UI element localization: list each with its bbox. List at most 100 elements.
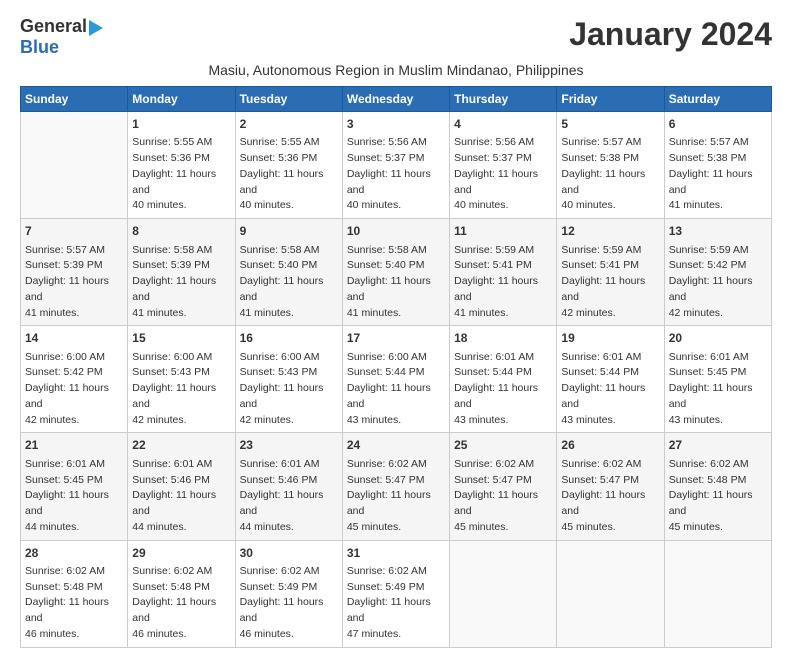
calendar-cell: 18 Sunrise: 6:01 AMSunset: 5:44 PMDayligh… <box>450 326 557 433</box>
day-info: Sunrise: 5:58 AMSunset: 5:39 PMDaylight:… <box>132 243 230 322</box>
day-number: 15 <box>132 330 230 347</box>
weekday-header-sunday: Sunday <box>21 87 128 112</box>
calendar-cell: 30 Sunrise: 6:02 AMSunset: 5:49 PMDayligh… <box>235 540 342 647</box>
day-number: 26 <box>561 437 659 454</box>
day-number: 18 <box>454 330 552 347</box>
day-info: Sunrise: 6:01 AMSunset: 5:46 PMDaylight:… <box>240 457 338 536</box>
day-number: 27 <box>669 437 767 454</box>
day-info: Sunrise: 6:00 AMSunset: 5:42 PMDaylight:… <box>25 350 123 429</box>
day-info: Sunrise: 6:02 AMSunset: 5:49 PMDaylight:… <box>240 564 338 643</box>
day-number: 7 <box>25 223 123 240</box>
day-info: Sunrise: 6:02 AMSunset: 5:48 PMDaylight:… <box>669 457 767 536</box>
calendar-cell: 21Sunrise: 6:01 AMSunset: 5:45 PMDayligh… <box>21 433 128 540</box>
day-info: Sunrise: 5:55 AMSunset: 5:36 PMDaylight:… <box>240 135 338 214</box>
weekday-header-row: SundayMondayTuesdayWednesdayThursdayFrid… <box>21 87 772 112</box>
calendar-cell: 28 Sunrise: 6:02 AMSunset: 5:48 PMDayligh… <box>21 540 128 647</box>
calendar-cell: 5 Sunrise: 5:57 AMSunset: 5:38 PMDaylight… <box>557 112 664 219</box>
day-number: 1 <box>132 116 230 133</box>
day-number: 20 <box>669 330 767 347</box>
day-info: Sunrise: 6:01 AMSunset: 5:45 PMDaylight:… <box>669 350 767 429</box>
day-number: 12 <box>561 223 659 240</box>
day-number: 29 <box>132 545 230 562</box>
calendar-cell: 9 Sunrise: 5:58 AMSunset: 5:40 PMDaylight… <box>235 219 342 326</box>
weekday-header-friday: Friday <box>557 87 664 112</box>
calendar-cell: 3 Sunrise: 5:56 AMSunset: 5:37 PMDaylight… <box>342 112 449 219</box>
day-info: Sunrise: 6:01 AMSunset: 5:45 PMDaylight:… <box>25 457 123 536</box>
day-number: 22 <box>132 437 230 454</box>
calendar-cell: 27 Sunrise: 6:02 AMSunset: 5:48 PMDayligh… <box>664 433 771 540</box>
day-number: 19 <box>561 330 659 347</box>
day-info: Sunrise: 6:02 AMSunset: 5:47 PMDaylight:… <box>347 457 445 536</box>
day-info: Sunrise: 6:01 AMSunset: 5:44 PMDaylight:… <box>454 350 552 429</box>
weekday-header-tuesday: Tuesday <box>235 87 342 112</box>
calendar-cell: 19Sunrise: 6:01 AMSunset: 5:44 PMDayligh… <box>557 326 664 433</box>
day-number: 25 <box>454 437 552 454</box>
day-info: Sunrise: 5:56 AMSunset: 5:37 PMDaylight:… <box>347 135 445 214</box>
day-number: 8 <box>132 223 230 240</box>
month-title: January 2024 <box>569 16 772 53</box>
day-info: Sunrise: 6:02 AMSunset: 5:47 PMDaylight:… <box>454 457 552 536</box>
week-row-2: 7 Sunrise: 5:57 AMSunset: 5:39 PMDaylight… <box>21 219 772 326</box>
calendar-cell: 7 Sunrise: 5:57 AMSunset: 5:39 PMDaylight… <box>21 219 128 326</box>
week-row-3: 14 Sunrise: 6:00 AMSunset: 5:42 PMDayligh… <box>21 326 772 433</box>
calendar-cell <box>664 540 771 647</box>
weekday-header-wednesday: Wednesday <box>342 87 449 112</box>
calendar-subtitle: Masiu, Autonomous Region in Muslim Minda… <box>20 62 772 78</box>
day-info: Sunrise: 5:57 AMSunset: 5:38 PMDaylight:… <box>561 135 659 214</box>
calendar-cell: 1 Sunrise: 5:55 AMSunset: 5:36 PMDaylight… <box>128 112 235 219</box>
logo-blue: Blue <box>20 37 59 57</box>
day-info: Sunrise: 6:00 AMSunset: 5:44 PMDaylight:… <box>347 350 445 429</box>
day-number: 30 <box>240 545 338 562</box>
calendar-cell: 6 Sunrise: 5:57 AMSunset: 5:38 PMDaylight… <box>664 112 771 219</box>
day-number: 2 <box>240 116 338 133</box>
calendar-cell <box>450 540 557 647</box>
day-info: Sunrise: 6:02 AMSunset: 5:48 PMDaylight:… <box>25 564 123 643</box>
header: General Blue January 2024 <box>20 16 772 58</box>
day-info: Sunrise: 5:58 AMSunset: 5:40 PMDaylight:… <box>347 243 445 322</box>
day-number: 9 <box>240 223 338 240</box>
day-number: 16 <box>240 330 338 347</box>
day-number: 31 <box>347 545 445 562</box>
day-number: 6 <box>669 116 767 133</box>
logo: General Blue <box>20 16 103 58</box>
calendar-cell: 25 Sunrise: 6:02 AMSunset: 5:47 PMDayligh… <box>450 433 557 540</box>
calendar-cell: 4 Sunrise: 5:56 AMSunset: 5:37 PMDaylight… <box>450 112 557 219</box>
day-info: Sunrise: 6:02 AMSunset: 5:48 PMDaylight:… <box>132 564 230 643</box>
day-number: 23 <box>240 437 338 454</box>
day-number: 28 <box>25 545 123 562</box>
calendar-cell: 8 Sunrise: 5:58 AMSunset: 5:39 PMDaylight… <box>128 219 235 326</box>
calendar-cell: 26 Sunrise: 6:02 AMSunset: 5:47 PMDayligh… <box>557 433 664 540</box>
day-info: Sunrise: 5:55 AMSunset: 5:36 PMDaylight:… <box>132 135 230 214</box>
calendar-cell: 31 Sunrise: 6:02 AMSunset: 5:49 PMDayligh… <box>342 540 449 647</box>
weekday-header-saturday: Saturday <box>664 87 771 112</box>
week-row-1: 1 Sunrise: 5:55 AMSunset: 5:36 PMDaylight… <box>21 112 772 219</box>
calendar-cell: 11Sunrise: 5:59 AMSunset: 5:41 PMDayligh… <box>450 219 557 326</box>
calendar-cell: 17 Sunrise: 6:00 AMSunset: 5:44 PMDayligh… <box>342 326 449 433</box>
day-info: Sunrise: 5:57 AMSunset: 5:38 PMDaylight:… <box>669 135 767 214</box>
calendar-cell: 16 Sunrise: 6:00 AMSunset: 5:43 PMDayligh… <box>235 326 342 433</box>
calendar-table: SundayMondayTuesdayWednesdayThursdayFrid… <box>20 86 772 648</box>
day-info: Sunrise: 6:00 AMSunset: 5:43 PMDaylight:… <box>240 350 338 429</box>
day-number: 3 <box>347 116 445 133</box>
day-info: Sunrise: 5:57 AMSunset: 5:39 PMDaylight:… <box>25 243 123 322</box>
calendar-cell: 10Sunrise: 5:58 AMSunset: 5:40 PMDayligh… <box>342 219 449 326</box>
day-number: 13 <box>669 223 767 240</box>
day-info: Sunrise: 5:58 AMSunset: 5:40 PMDaylight:… <box>240 243 338 322</box>
day-number: 11 <box>454 223 552 240</box>
day-info: Sunrise: 6:02 AMSunset: 5:47 PMDaylight:… <box>561 457 659 536</box>
day-info: Sunrise: 5:59 AMSunset: 5:42 PMDaylight:… <box>669 243 767 322</box>
day-info: Sunrise: 6:02 AMSunset: 5:49 PMDaylight:… <box>347 564 445 643</box>
calendar-cell: 20 Sunrise: 6:01 AMSunset: 5:45 PMDayligh… <box>664 326 771 433</box>
calendar-cell: 29 Sunrise: 6:02 AMSunset: 5:48 PMDayligh… <box>128 540 235 647</box>
weekday-header-monday: Monday <box>128 87 235 112</box>
day-number: 4 <box>454 116 552 133</box>
day-number: 5 <box>561 116 659 133</box>
day-info: Sunrise: 5:56 AMSunset: 5:37 PMDaylight:… <box>454 135 552 214</box>
logo-general: General <box>20 16 87 36</box>
day-number: 14 <box>25 330 123 347</box>
calendar-cell: 24Sunrise: 6:02 AMSunset: 5:47 PMDayligh… <box>342 433 449 540</box>
calendar-cell: 13 Sunrise: 5:59 AMSunset: 5:42 PMDayligh… <box>664 219 771 326</box>
day-number: 17 <box>347 330 445 347</box>
week-row-4: 21Sunrise: 6:01 AMSunset: 5:45 PMDayligh… <box>21 433 772 540</box>
calendar-cell: 22Sunrise: 6:01 AMSunset: 5:46 PMDayligh… <box>128 433 235 540</box>
